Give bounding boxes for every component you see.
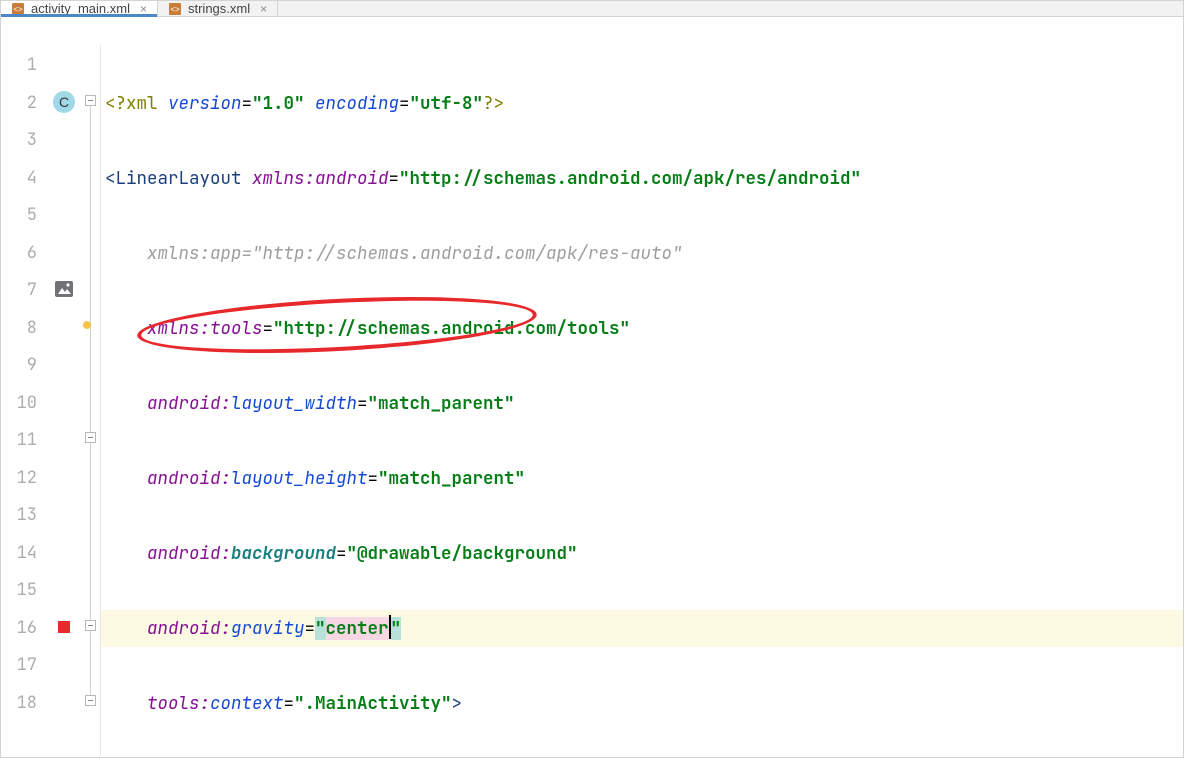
line-number: 8 bbox=[1, 310, 45, 348]
tab-label: activity_main.xml bbox=[31, 1, 130, 16]
image-preview-icon[interactable] bbox=[53, 278, 75, 300]
color-swatch-icon[interactable] bbox=[58, 621, 70, 633]
xml-file-icon: <> bbox=[168, 2, 182, 16]
tab-activity-main[interactable]: <> activity_main.xml × bbox=[1, 1, 158, 16]
line-number: 6 bbox=[1, 235, 45, 273]
code-line[interactable]: android:background="@drawable/background… bbox=[101, 535, 1183, 573]
code-line[interactable]: <?xml version="1.0" encoding="utf-8"?> bbox=[101, 85, 1183, 123]
fold-handle-icon[interactable] bbox=[85, 432, 96, 443]
line-number: 17 bbox=[1, 647, 45, 685]
line-number: 15 bbox=[1, 572, 45, 610]
line-number: 18 bbox=[1, 685, 45, 723]
line-number: 5 bbox=[1, 197, 45, 235]
code-line-current[interactable]: android:gravity="center" bbox=[101, 610, 1183, 648]
code-editor[interactable]: 1 2 3 4 5 6 7 8 9 10 11 12 13 14 15 16 1… bbox=[1, 17, 1183, 758]
svg-text:<>: <> bbox=[170, 5, 180, 14]
code-line[interactable]: xmlns:tools="http://schemas.android.com/… bbox=[101, 310, 1183, 348]
line-number: 1 bbox=[1, 47, 45, 85]
fold-handle-icon[interactable] bbox=[85, 620, 96, 631]
line-number: 11 bbox=[1, 422, 45, 460]
gutter: 1 2 3 4 5 6 7 8 9 10 11 12 13 14 15 16 1… bbox=[1, 45, 45, 758]
gutter-marks: C bbox=[45, 45, 83, 758]
tab-strings[interactable]: <> strings.xml × bbox=[158, 1, 278, 16]
close-icon[interactable]: × bbox=[140, 2, 147, 16]
line-number: 16 bbox=[1, 610, 45, 648]
line-number: 4 bbox=[1, 160, 45, 198]
line-number: 3 bbox=[1, 122, 45, 160]
line-number: 10 bbox=[1, 385, 45, 423]
warning-dot-icon[interactable] bbox=[83, 321, 91, 329]
class-badge-icon[interactable]: C bbox=[53, 91, 75, 113]
code-line[interactable]: android:layout_width="match_parent" bbox=[101, 385, 1183, 423]
editor-window: <> activity_main.xml × <> strings.xml × … bbox=[0, 0, 1184, 758]
fold-handle-icon[interactable] bbox=[85, 95, 96, 106]
code-area[interactable]: <?xml version="1.0" encoding="utf-8"?> <… bbox=[101, 45, 1183, 758]
line-number: 12 bbox=[1, 460, 45, 498]
tab-label: strings.xml bbox=[188, 1, 250, 16]
line-number: 7 bbox=[1, 272, 45, 310]
fold-column bbox=[83, 45, 101, 758]
line-number: 13 bbox=[1, 497, 45, 535]
code-line[interactable]: android:layout_height="match_parent" bbox=[101, 460, 1183, 498]
fold-handle-icon[interactable] bbox=[85, 695, 96, 706]
line-number: 2 bbox=[1, 85, 45, 123]
tab-bar: <> activity_main.xml × <> strings.xml × bbox=[1, 1, 1183, 17]
line-number: 14 bbox=[1, 535, 45, 573]
close-icon[interactable]: × bbox=[260, 2, 267, 16]
svg-text:<>: <> bbox=[13, 5, 23, 14]
line-number: 9 bbox=[1, 347, 45, 385]
code-line[interactable]: xmlns:app="http://schemas.android.com/ap… bbox=[101, 235, 1183, 273]
code-line[interactable]: tools:context=".MainActivity"> bbox=[101, 685, 1183, 723]
code-line[interactable]: <LinearLayout xmlns:android="http://sche… bbox=[101, 160, 1183, 198]
xml-file-icon: <> bbox=[11, 2, 25, 16]
fold-line bbox=[90, 106, 91, 702]
